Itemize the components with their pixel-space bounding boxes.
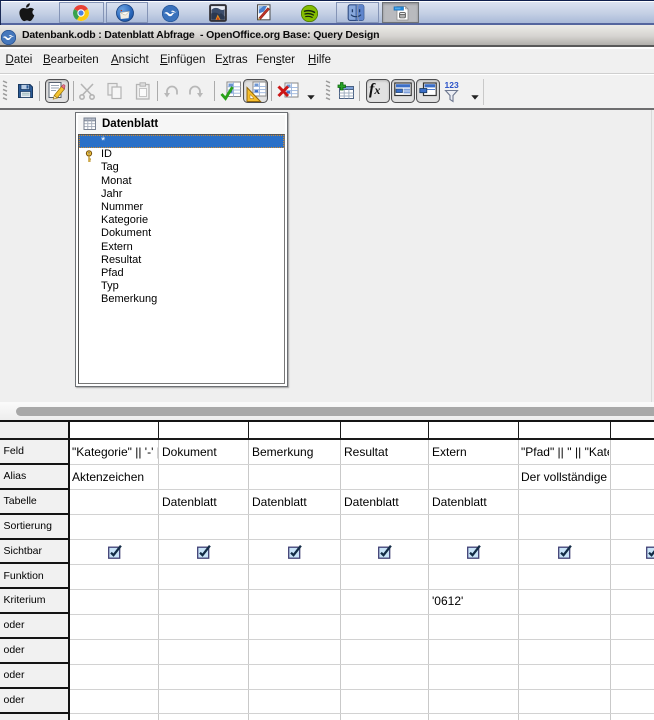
svg-text:123: 123 [445,80,459,90]
